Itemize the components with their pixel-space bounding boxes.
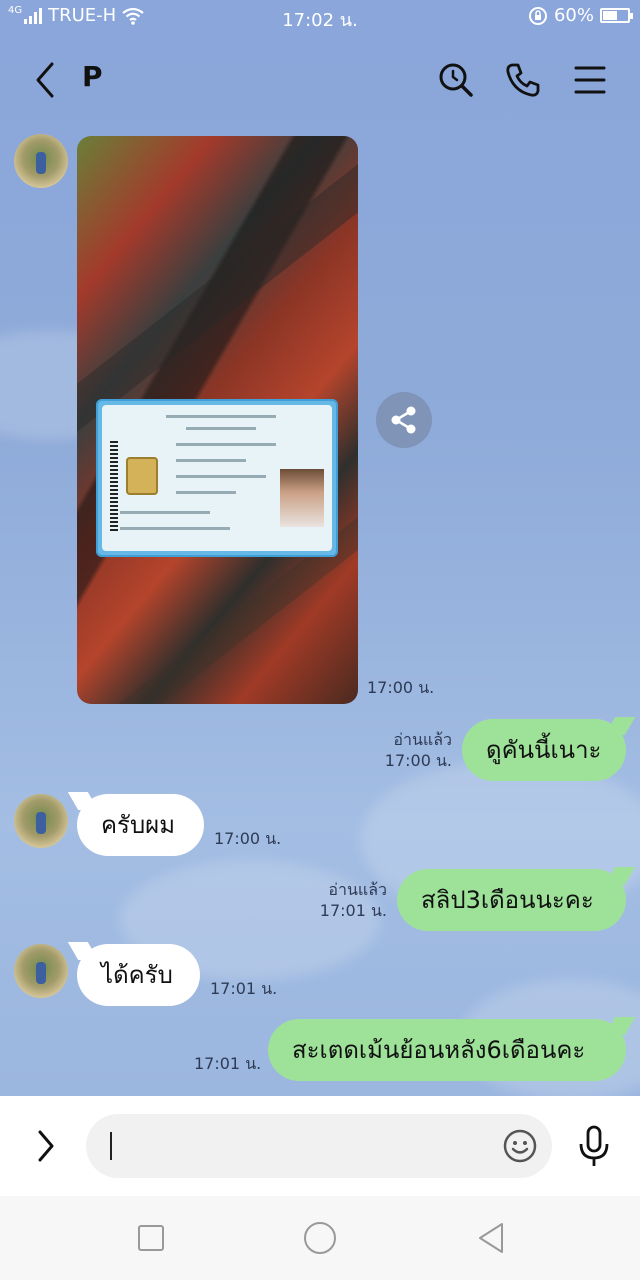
search-icon[interactable] (436, 60, 476, 100)
message-input-bar (0, 1096, 640, 1196)
incoming-message[interactable]: ครับผม (77, 794, 204, 856)
incoming-message[interactable]: ได้ครับ (77, 944, 200, 1006)
outgoing-message[interactable]: สลิป3เดือนนะคะ (397, 869, 626, 931)
contact-name: P (82, 60, 103, 93)
battery-percent: 60% (553, 5, 594, 26)
message-time: 17:01 น. (210, 979, 278, 998)
outgoing-message[interactable]: ดูคันนี้เนาะ (462, 719, 626, 781)
rotation-lock-icon (528, 6, 547, 25)
share-icon (391, 406, 416, 434)
message-time: 17:00 น. (367, 678, 435, 697)
menu-icon[interactable] (570, 60, 610, 100)
back-triangle-icon[interactable] (472, 1218, 512, 1258)
read-receipt: อ่านแล้ว (328, 880, 387, 899)
chat-header: P (0, 32, 640, 128)
microphone-icon[interactable] (576, 1124, 612, 1168)
expand-chevron-icon[interactable] (30, 1126, 60, 1166)
text-caret (110, 1132, 112, 1160)
message-meta: อ่านแล้ว 17:00 น. (352, 730, 452, 772)
share-button[interactable] (376, 392, 432, 448)
contact-avatar[interactable] (14, 794, 68, 848)
message-time: 17:01 น. (319, 900, 387, 920)
battery-icon (600, 8, 633, 23)
contact-avatar[interactable] (14, 944, 68, 998)
message-field[interactable] (86, 1114, 552, 1178)
clock: 17:02 น. (282, 10, 358, 31)
outgoing-message[interactable]: สะเตดเม้นย้อนหลัง6เดือนคะ (268, 1019, 626, 1081)
message-time: 17:00 น. (384, 750, 452, 770)
read-receipt: อ่านแล้ว (393, 730, 452, 749)
message-meta: อ่านแล้ว 17:01 น. (287, 880, 387, 922)
home-icon[interactable] (300, 1218, 340, 1258)
phone-icon[interactable] (503, 60, 543, 100)
contact-avatar[interactable] (14, 134, 68, 188)
message-time: 17:00 น. (214, 829, 282, 848)
message-time: 17:01 น. (194, 1054, 262, 1073)
image-message-id-card[interactable] (77, 136, 358, 704)
message-input[interactable] (108, 1126, 492, 1168)
back-arrow-icon[interactable] (30, 58, 66, 102)
id-card-photo (96, 399, 338, 557)
recent-apps-icon[interactable] (131, 1218, 171, 1258)
emoji-icon[interactable] (502, 1128, 538, 1164)
status-bar: 4G TRUE-H 17:02 น. 60% (0, 0, 640, 32)
system-nav-bar (0, 1196, 640, 1280)
